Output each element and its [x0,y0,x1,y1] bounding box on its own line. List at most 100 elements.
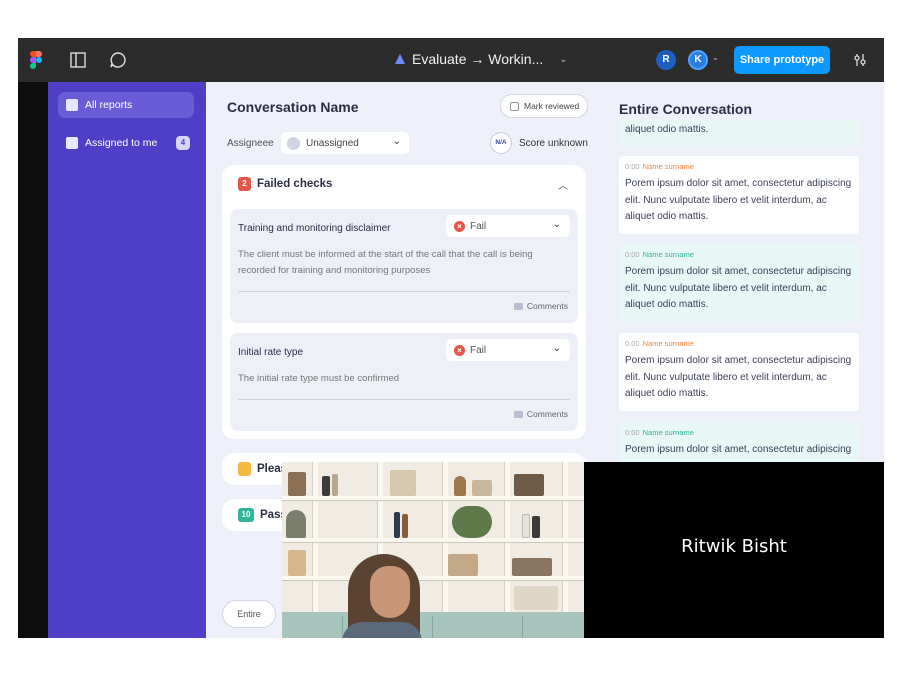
chevron-down-icon[interactable]: ⌄ [712,53,719,62]
speaker-name: Name surname [642,162,694,171]
speaker-name: Name surname [642,250,694,259]
check-name: Initial rate type [238,347,304,358]
message-body: Porem ipsum dolor sit amet, consectetur … [625,266,852,310]
figma-toolbar: Evaluate → Workin... ⌄ R K ⌄ Share proto… [18,38,884,82]
message-body: Porem ipsum dolor sit amet, consectetur … [625,355,852,399]
shelf-decor [322,476,330,496]
check-status: Fail [470,220,487,232]
shelf-decor [288,550,306,576]
check-name: Training and monitoring disclaimer [238,223,391,234]
shelf-decor [514,474,544,496]
comments-label: Comments [526,409,568,419]
message-bubble: 0:00 Name surname Porem ipsum dolor sit a… [619,156,859,234]
message-snippet: aliquet odio mattis. [619,120,859,146]
speaker-name: Name surname [642,339,694,348]
participant-video [282,462,584,638]
conversation-title: Entire Conversation [619,101,753,117]
settings-sliders-icon[interactable] [850,50,870,70]
message-time: 0:00 [625,428,640,437]
share-prototype-button[interactable]: Share prototype [734,46,830,74]
check-item: Initial rate type × Fail ⌄ The initial r… [230,333,578,431]
file-title-text: Evaluate → Workin... [412,51,544,67]
mark-reviewed-label: Mark reviewed [524,101,580,111]
participant-tile: Ritwik Bisht [584,462,884,638]
participant-face [370,566,410,618]
check-item: Training and monitoring disclaimer × Fai… [230,209,578,323]
sidebar-item-assigned-to-me[interactable]: Assigned to me 4 [58,130,194,156]
message-time: 0:00 [625,339,640,348]
figma-logo-icon[interactable] [30,51,42,69]
avatar[interactable]: R [656,50,676,70]
failed-checks-card: 2 Failed checks ︿ Training and monitorin… [222,165,586,439]
assignee-value: Unassigned [306,137,359,149]
shelf-decor [394,512,400,538]
failed-checks-title: Failed checks [257,178,333,190]
message-bubble: 0:00 Name surname Porem ipsum dolor sit a… [619,422,859,462]
sidebar-item-label: Assigned to me [85,137,158,149]
shelf-decor [472,480,492,496]
message-time: 0:00 [625,250,640,259]
sidebar-item-all-reports[interactable]: All reports [58,92,194,118]
shelf-decor [286,510,306,538]
reports-icon [66,99,78,111]
passed-count-badge: 10 [238,508,254,522]
comment-icon[interactable] [108,50,128,70]
comment-icon [513,410,523,418]
check-status-select[interactable]: × Fail ⌄ [446,339,570,361]
comment-icon [513,302,523,310]
sidebar: All reports Assigned to me 4 [48,82,206,638]
cabinet [282,612,584,638]
shelf-decor [390,470,416,496]
fail-icon: × [454,344,465,356]
shelf-decor [402,514,408,538]
chevron-down-icon: ⌄ [552,343,561,354]
assignee-select[interactable]: Unassigned ⌄ [281,132,409,154]
shelf-decor [522,514,530,538]
screen-share-frame: Evaluate → Workin... ⌄ R K ⌄ Share proto… [18,38,884,638]
shelf-divider [504,462,510,612]
participant-name: Ritwik Bisht [681,536,787,557]
chevron-down-icon[interactable]: ⌄ [559,54,567,65]
message-bubble: 0:00 Name surname Porem ipsum dolor sit a… [619,244,859,322]
speaker-name: Name surname [642,428,694,437]
user-icon [66,137,78,149]
comments-button[interactable]: Comments [513,301,568,311]
comments-button[interactable]: Comments [513,409,568,419]
shelf-decor [514,586,558,610]
avatar-placeholder-icon [287,136,300,150]
sidebar-toggle-icon[interactable] [68,50,88,70]
message-body: Porem ipsum dolor sit amet, consectetur … [625,178,852,222]
chevron-up-icon[interactable]: ︿ [558,177,568,192]
page-title: Conversation Name [227,99,359,115]
message-body: Porem ipsum dolor sit amet, consectetur … [625,444,852,455]
check-status-select[interactable]: × Fail ⌄ [446,215,570,237]
mark-reviewed-button[interactable]: Mark reviewed [500,94,588,118]
chevron-down-icon: ⌄ [392,136,401,147]
message-body: aliquet odio mattis. [625,124,709,135]
check-status: Fail [470,344,487,356]
shelf-decor [512,558,552,576]
divider [238,291,570,292]
shelf-divider [442,462,448,612]
prototype-icon [395,54,405,64]
shelf-divider [312,462,318,612]
check-description: The initial rate type must be confirmed [238,373,400,384]
divider [238,399,570,400]
failed-checks-header[interactable]: 2 Failed checks [238,177,332,191]
file-title[interactable]: Evaluate → Workin... ⌄ [394,51,568,67]
score-text: Score unknown [519,138,588,149]
chevron-down-icon: ⌄ [552,219,561,230]
shelf [282,496,584,501]
shelf-decor [532,516,540,538]
avatar[interactable]: K [688,50,708,70]
shelf-decor [448,554,478,576]
entire-conversation-button[interactable]: Entire [222,600,276,628]
comments-label: Comments [526,301,568,311]
pending-count-badge [238,462,251,476]
participant-shoulders [342,622,422,638]
message-time: 0:00 [625,162,640,171]
sidebar-item-label: All reports [85,99,133,111]
shelf-decor [288,472,306,496]
check-description: The client must be informed at the start… [238,249,533,276]
shelf-decor [332,474,338,496]
